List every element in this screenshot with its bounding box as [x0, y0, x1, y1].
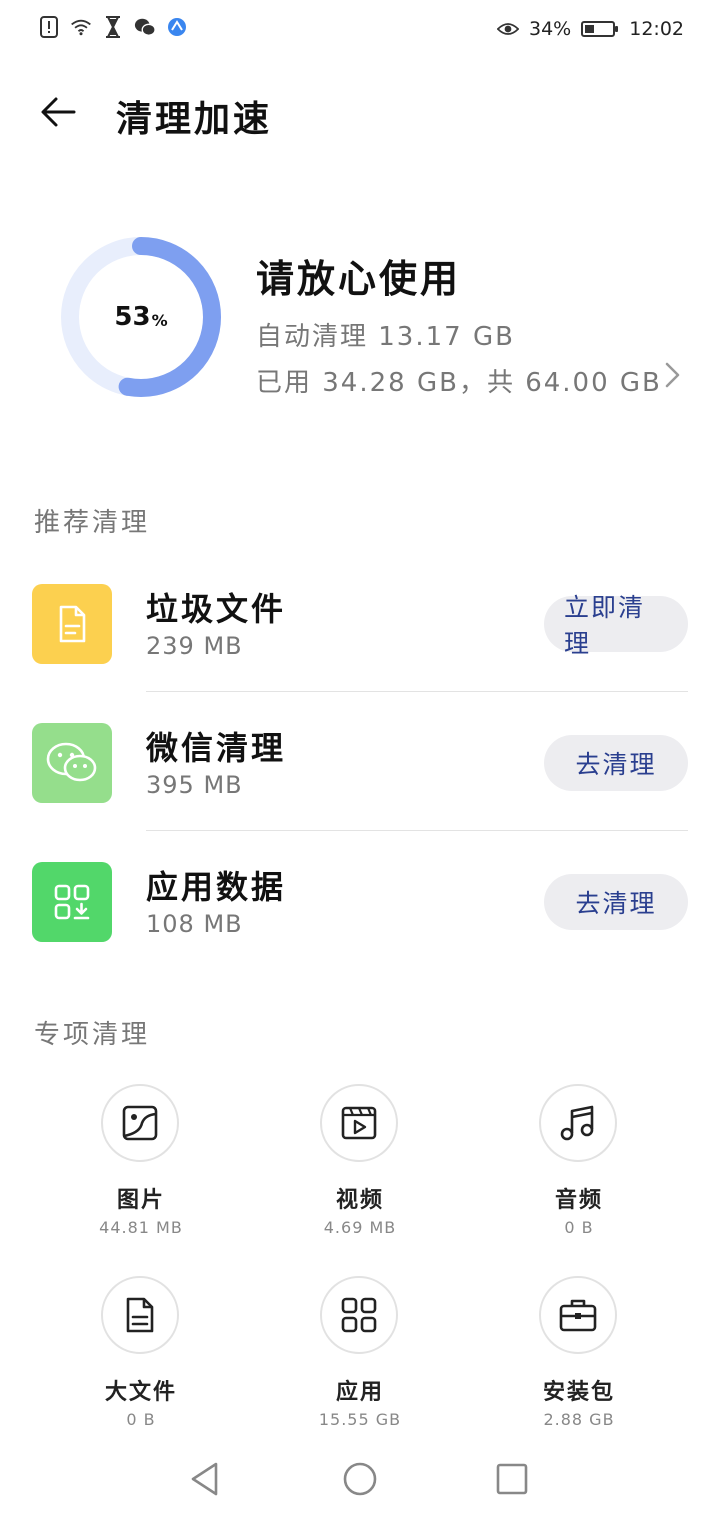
status-right: 34% 12:02 — [497, 18, 684, 40]
status-left-icons — [38, 16, 188, 38]
document-icon — [59, 605, 86, 643]
percent-symbol: % — [151, 310, 168, 330]
nav-back-button[interactable] — [180, 1454, 230, 1504]
eye-icon — [497, 18, 519, 40]
storage-percent: 53% — [58, 234, 224, 400]
file-icon — [126, 1297, 154, 1333]
packages-button[interactable] — [539, 1276, 617, 1354]
special-item-packages[interactable]: 安装包 2.88 GB — [479, 1276, 679, 1456]
special-item-value: 44.81 MB — [99, 1218, 183, 1237]
video-button[interactable] — [320, 1084, 398, 1162]
wechat-icon — [134, 16, 156, 38]
storage-summary[interactable]: 53% 请放心使用 自动清理 13.17 GB 已用 34.28 GB，共 64… — [0, 220, 720, 420]
app-data-icon — [54, 884, 90, 920]
divider — [146, 691, 688, 692]
special-item-large-files[interactable]: 大文件 0 B — [41, 1276, 241, 1456]
special-item-value: 2.88 GB — [543, 1410, 615, 1429]
special-item-videos[interactable]: 视频 4.69 MB — [260, 1084, 460, 1264]
list-item-name: 微信清理 — [146, 729, 287, 767]
clock: 12:02 — [629, 18, 684, 40]
battery-icon — [581, 21, 619, 37]
page-title: 清理加速 — [116, 99, 273, 140]
large-files-button[interactable] — [101, 1276, 179, 1354]
special-item-label: 应用 — [335, 1380, 384, 1405]
list-item-junk-files: 垃圾文件 239 MB 立即清理 — [0, 570, 720, 708]
apps-grid-icon — [341, 1297, 377, 1333]
go-clean-button[interactable]: 去清理 — [544, 735, 688, 791]
arrow-left-icon — [41, 97, 76, 127]
briefcase-icon — [559, 1299, 597, 1332]
nav-recents-button[interactable] — [487, 1454, 537, 1504]
special-item-value: 0 B — [564, 1218, 594, 1237]
special-item-value: 15.55 GB — [318, 1410, 402, 1429]
apps-button[interactable] — [320, 1276, 398, 1354]
list-item-size: 239 MB — [146, 632, 243, 660]
wechat-clean-icon-tile — [32, 723, 112, 803]
percent-value: 53 — [114, 302, 151, 332]
battery-level — [585, 25, 595, 33]
video-icon — [341, 1106, 377, 1140]
special-item-value: 4.69 MB — [323, 1218, 397, 1237]
list-item-app-data: 应用数据 108 MB 去清理 — [0, 848, 720, 986]
image-icon — [122, 1105, 158, 1141]
music-icon — [560, 1105, 594, 1141]
list-item-wechat-clean: 微信清理 395 MB 去清理 — [0, 709, 720, 847]
nav-home-button[interactable] — [335, 1454, 385, 1504]
browser-icon — [166, 16, 188, 38]
nav-back-icon — [191, 1462, 218, 1496]
storage-usage: 已用 34.28 GB，共 64.00 GB — [256, 368, 662, 398]
special-item-label: 视频 — [335, 1188, 384, 1213]
nav-recents-icon — [496, 1463, 528, 1495]
junk-files-icon-tile — [32, 584, 112, 664]
list-item-name: 垃圾文件 — [146, 590, 287, 628]
auto-clean-info: 自动清理 13.17 GB — [256, 322, 515, 352]
image-button[interactable] — [101, 1084, 179, 1162]
divider — [146, 830, 688, 831]
chevron-right-icon[interactable] — [660, 360, 684, 390]
audio-button[interactable] — [539, 1084, 617, 1162]
status-bar: 34% 12:02 — [0, 0, 720, 62]
list-item-size: 395 MB — [146, 771, 243, 799]
list-item-name: 应用数据 — [146, 868, 287, 906]
wechat-icon — [46, 742, 97, 782]
sim-alert-icon — [38, 16, 60, 38]
special-item-images[interactable]: 图片 44.81 MB — [41, 1084, 241, 1264]
special-item-label: 图片 — [116, 1188, 165, 1213]
nav-home-icon — [343, 1462, 377, 1496]
hourglass-icon — [102, 16, 124, 38]
special-item-apps[interactable]: 应用 15.55 GB — [260, 1276, 460, 1456]
special-section-title: 专项清理 — [34, 1020, 151, 1050]
back-button[interactable] — [30, 84, 86, 140]
special-item-label: 安装包 — [542, 1380, 615, 1405]
navigation-bar — [0, 1440, 720, 1516]
wifi-icon — [70, 16, 92, 38]
storage-status: 请放心使用 — [256, 257, 462, 301]
app-data-icon-tile — [32, 862, 112, 942]
special-item-label: 音频 — [554, 1188, 603, 1213]
app-header: 清理加速 — [0, 70, 720, 154]
special-item-value: 0 B — [126, 1410, 156, 1429]
recommend-section-title: 推荐清理 — [34, 508, 151, 538]
battery-percent: 34% — [529, 18, 572, 40]
special-item-label: 大文件 — [104, 1380, 177, 1405]
list-item-size: 108 MB — [146, 910, 243, 938]
clean-now-button[interactable]: 立即清理 — [544, 593, 688, 658]
special-item-audio[interactable]: 音频 0 B — [479, 1084, 679, 1264]
go-clean-button[interactable]: 去清理 — [544, 874, 688, 930]
